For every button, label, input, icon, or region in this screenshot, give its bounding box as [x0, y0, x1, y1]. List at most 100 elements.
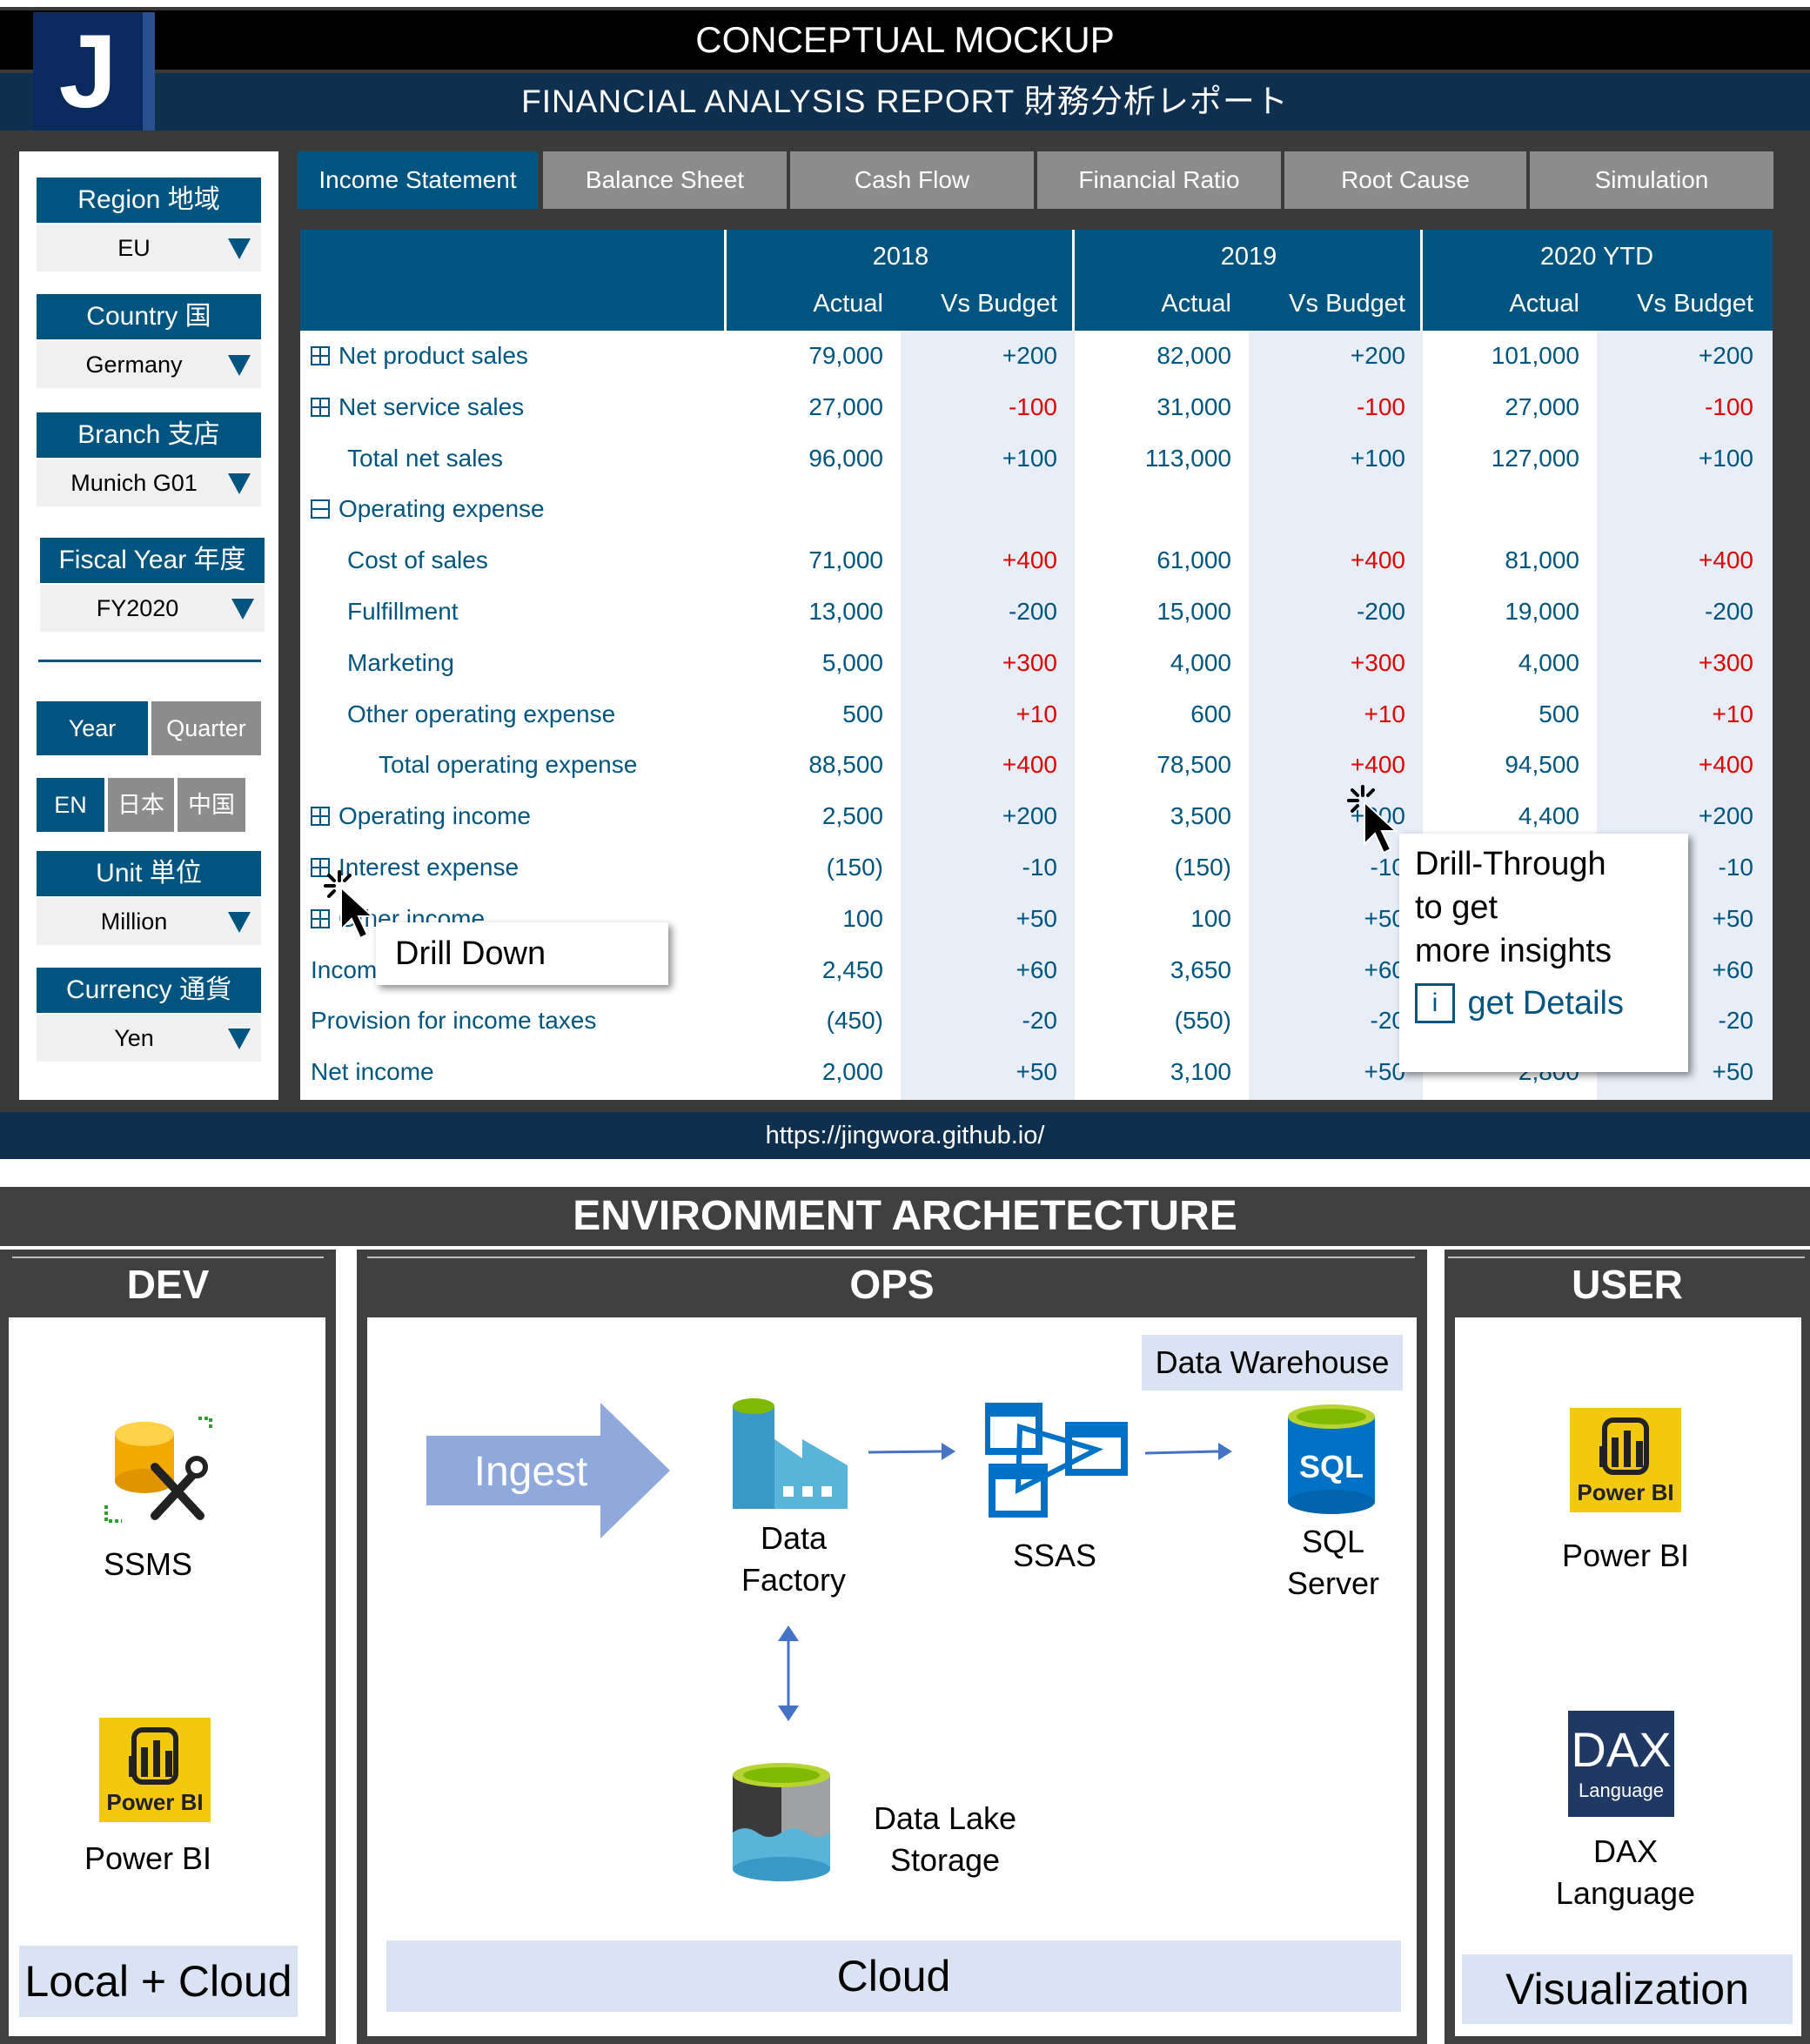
chevron-down-icon	[231, 599, 254, 620]
dev-title: DEV	[126, 1262, 210, 1307]
row-label: Net product sales	[311, 331, 528, 381]
actual-cell: 82,000	[1156, 342, 1231, 369]
unit-value: Million	[100, 908, 168, 935]
actual-cell: 500	[1538, 700, 1579, 727]
vs-budget-cell: -20	[1370, 1007, 1405, 1035]
data-warehouse-label: Data Warehouse	[1142, 1335, 1403, 1391]
actual-cell: 27,000	[1505, 392, 1579, 420]
power-bi-icon: Power BI	[99, 1718, 211, 1822]
region-value: EU	[117, 235, 151, 261]
actual-cell: 3,500	[1170, 802, 1231, 830]
year-header-2020: 2020 YTD	[1539, 243, 1654, 271]
actual-cell: 100	[842, 904, 883, 932]
table-row[interactable]: Net product sales 79,000 +200 82,000 +200 101…	[300, 331, 1773, 381]
expand-icon[interactable]	[311, 346, 330, 365]
actual-cell: 88,500	[808, 751, 883, 779]
actual-cell: 113,000	[1144, 444, 1231, 472]
fiscal-year-dropdown[interactable]: FY2020	[40, 585, 265, 632]
sql-server-line: Server	[1286, 1565, 1380, 1601]
tab-simulation[interactable]: Simulation	[1530, 151, 1773, 209]
architecture-title: ENVIRONMENT ARCHETECTURE	[0, 1187, 1810, 1246]
toggle-year[interactable]: Year	[37, 701, 148, 755]
actual-cell: 71,000	[808, 546, 883, 574]
vs-budget-cell: +100	[1350, 444, 1405, 472]
expand-icon[interactable]	[311, 397, 330, 417]
drill-through-text: Drill-Through to get more insights	[1415, 842, 1612, 973]
vs-budget-cell	[1597, 484, 1753, 534]
drill-through-line: more insights	[1415, 933, 1612, 969]
lang-zh[interactable]: 中国	[178, 778, 245, 832]
ssms-label: SSMS	[103, 1546, 193, 1582]
tab-cash-flow[interactable]: Cash Flow	[790, 151, 1034, 209]
toggle-quarter[interactable]: Quarter	[151, 701, 261, 755]
vs-budget-cell: +400	[1698, 546, 1753, 574]
get-details-link[interactable]: i get Details	[1415, 983, 1624, 1029]
actual-cell: 100	[1190, 904, 1231, 932]
vs-budget-cell: +100	[1698, 444, 1753, 472]
logo: J	[33, 12, 155, 131]
vs-budget-cell: -20	[1022, 1007, 1057, 1035]
actual-cell: (450)	[826, 1007, 883, 1035]
vs-budget-cell: -200	[1008, 598, 1057, 625]
collapse-icon[interactable]	[311, 499, 330, 519]
actual-cell: 13,000	[808, 598, 883, 625]
branch-label: Branch 支店	[37, 412, 261, 458]
ssas-label: SSAS	[1012, 1538, 1097, 1573]
country-value: Germany	[85, 352, 183, 378]
actual-cell: 15,000	[1156, 598, 1231, 625]
col-vs-budget: Vs Budget	[1637, 290, 1753, 318]
vs-budget-cell: +300	[1002, 648, 1057, 676]
actual-cell	[1423, 484, 1579, 534]
expand-icon[interactable]	[311, 807, 330, 827]
currency-label: Currency 通貨	[37, 968, 261, 1013]
actual-cell: 4,000	[1518, 648, 1579, 676]
table-header: 2018 2019 2020 YTD Actual Vs Budget Actu…	[300, 230, 1773, 331]
row-label-text: Marketing	[347, 648, 454, 676]
table-row[interactable]: Net service sales 27,000 -100 31,000 -100 27,…	[300, 382, 1773, 432]
unit-dropdown[interactable]: Million	[37, 898, 261, 945]
vs-budget-cell: +50	[1016, 904, 1058, 932]
drill-through-line: to get	[1415, 889, 1498, 926]
data-factory-label: Data Factory	[698, 1518, 889, 1601]
actual-cell: (150)	[1174, 854, 1231, 881]
branch-dropdown[interactable]: Munich G01	[37, 459, 261, 506]
row-label-text: Total net sales	[347, 444, 503, 472]
col-actual: Actual	[813, 290, 883, 318]
vs-budget-cell: +200	[1350, 342, 1405, 369]
tab-root-cause[interactable]: Root Cause	[1284, 151, 1526, 209]
table-row: Cost of sales 71,000 +400 61,000 +400 81,000 +…	[300, 535, 1773, 586]
tab-income-statement[interactable]: Income Statement	[298, 151, 538, 209]
sql-badge-text: SQL	[1299, 1449, 1364, 1484]
vs-budget-cell: +200	[1002, 802, 1057, 830]
dev-body: SSMS Power BI Power BI Local + Cloud	[9, 1317, 325, 2036]
col-actual: Actual	[1161, 290, 1231, 318]
mockup-title: CONCEPTUAL MOCKUP	[0, 10, 1810, 70]
actual-cell: 101,000	[1491, 342, 1579, 369]
lang-en[interactable]: EN	[37, 778, 104, 832]
tab-financial-ratio[interactable]: Financial Ratio	[1037, 151, 1281, 209]
region-dropdown[interactable]: EU	[37, 225, 261, 271]
actual-cell: 79,000	[808, 342, 883, 369]
divider	[38, 660, 261, 662]
row-label-text: Net income	[311, 1058, 434, 1086]
power-bi-badge-text: Power BI	[1577, 1479, 1673, 1505]
slicer-panel: Region 地域 EU Country 国 Germany Branch 支店…	[19, 151, 278, 1100]
lang-ja[interactable]: 日本	[108, 778, 174, 832]
ssas-icon	[985, 1403, 1128, 1518]
footer-url[interactable]: https://jingwora.github.io/	[0, 1112, 1810, 1159]
region-label: Region 地域	[37, 178, 261, 223]
row-label: Operating expense	[311, 484, 545, 534]
currency-dropdown[interactable]: Yen	[37, 1015, 261, 1062]
country-dropdown[interactable]: Germany	[37, 341, 261, 388]
table-row: Total net sales 96,000 +100 113,000 +100 127,…	[300, 433, 1773, 484]
col-vs-budget: Vs Budget	[1289, 290, 1405, 318]
row-label-text: Operating expense	[339, 495, 545, 523]
actual-cell: 600	[1190, 700, 1231, 727]
actual-cell: (550)	[1174, 1007, 1231, 1035]
vs-budget-cell: +50	[1364, 1058, 1406, 1086]
chevron-down-icon	[228, 912, 251, 933]
tab-balance-sheet[interactable]: Balance Sheet	[543, 151, 787, 209]
table-row[interactable]: Operating expense	[300, 484, 1773, 534]
actual-cell	[1075, 484, 1231, 534]
country-label: Country 国	[37, 294, 261, 339]
